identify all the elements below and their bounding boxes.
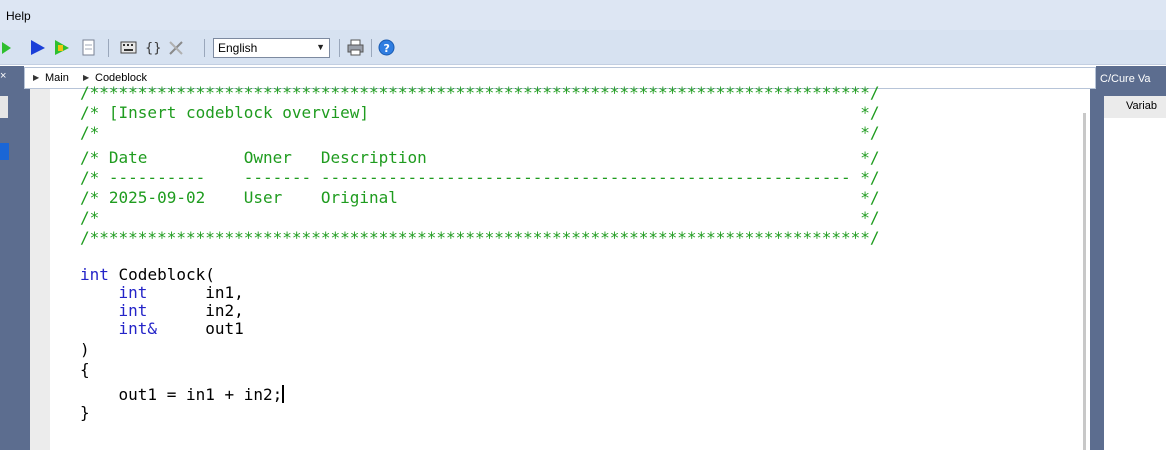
breadcrumb-main[interactable]: Main: [45, 72, 69, 84]
toolbar: {} English ▼ ?: [0, 30, 1166, 65]
editor-gutter: [30, 89, 50, 450]
left-panel-strip: ×: [0, 66, 24, 450]
code-line: /***************************************…: [80, 83, 880, 102]
braces-icon[interactable]: {}: [144, 39, 162, 56]
chevron-right-icon: ▶: [33, 73, 40, 82]
document-icon[interactable]: [80, 39, 97, 56]
code-line: {: [80, 360, 90, 379]
code-line: ): [80, 340, 90, 359]
code-line-body: out1 = in1 + in2;: [80, 385, 285, 405]
code-line: /* Date Owner Description */: [80, 148, 880, 167]
code-line: /* */: [80, 123, 880, 142]
toolbar-separator: [108, 39, 109, 57]
code-line-param: int in2,: [118, 301, 244, 320]
right-panel-title: C/Cure Va: [1100, 73, 1151, 85]
code-line-signature: int Codeblock(: [80, 265, 215, 284]
text-caret: [282, 385, 285, 403]
menu-bar: Help: [0, 0, 1166, 30]
help-icon[interactable]: ?: [378, 39, 395, 56]
code-line-param: int in1,: [118, 283, 244, 302]
svg-text:?: ?: [384, 42, 390, 55]
toolbar-separator: [371, 39, 372, 57]
code-editor[interactable]: /***************************************…: [30, 83, 1090, 450]
toolbar-separator: [339, 39, 340, 57]
toolbar-separator: [204, 39, 205, 57]
play-green-icon[interactable]: [2, 39, 19, 56]
right-panel-body: [1104, 118, 1166, 450]
code-line-param: int& out1: [118, 319, 244, 338]
variables-tab[interactable]: Variab: [1104, 96, 1166, 118]
svg-text:{}: {}: [145, 41, 161, 56]
tools-icon[interactable]: [168, 39, 185, 56]
code-area[interactable]: /***************************************…: [80, 83, 1080, 450]
code-line: /* [Insert codeblock overview] */: [80, 103, 880, 122]
left-panel-tab[interactable]: [0, 96, 8, 118]
language-selected: English: [218, 41, 258, 55]
editor-scrollbar[interactable]: [1083, 113, 1086, 450]
code-line: /* */: [80, 208, 880, 227]
play-blue-icon[interactable]: [30, 39, 47, 56]
chevron-right-icon: ▶: [83, 73, 90, 82]
keyboard-icon[interactable]: [120, 39, 137, 56]
printer-icon[interactable]: [347, 39, 364, 56]
code-line: /***************************************…: [80, 228, 880, 247]
step-icon[interactable]: [54, 39, 71, 56]
menu-help[interactable]: Help: [6, 9, 31, 23]
code-line: /* 2025-09-02 User Original */: [80, 188, 880, 207]
code-line: /* ---------- ------- ------------------…: [80, 168, 880, 187]
left-panel-marker: [0, 143, 9, 160]
code-text: out1 = in1 + in2;: [80, 385, 283, 404]
language-select[interactable]: English ▼: [213, 38, 330, 58]
code-line: }: [80, 403, 90, 422]
chevron-down-icon: ▼: [316, 42, 325, 52]
close-icon[interactable]: ×: [0, 70, 8, 82]
